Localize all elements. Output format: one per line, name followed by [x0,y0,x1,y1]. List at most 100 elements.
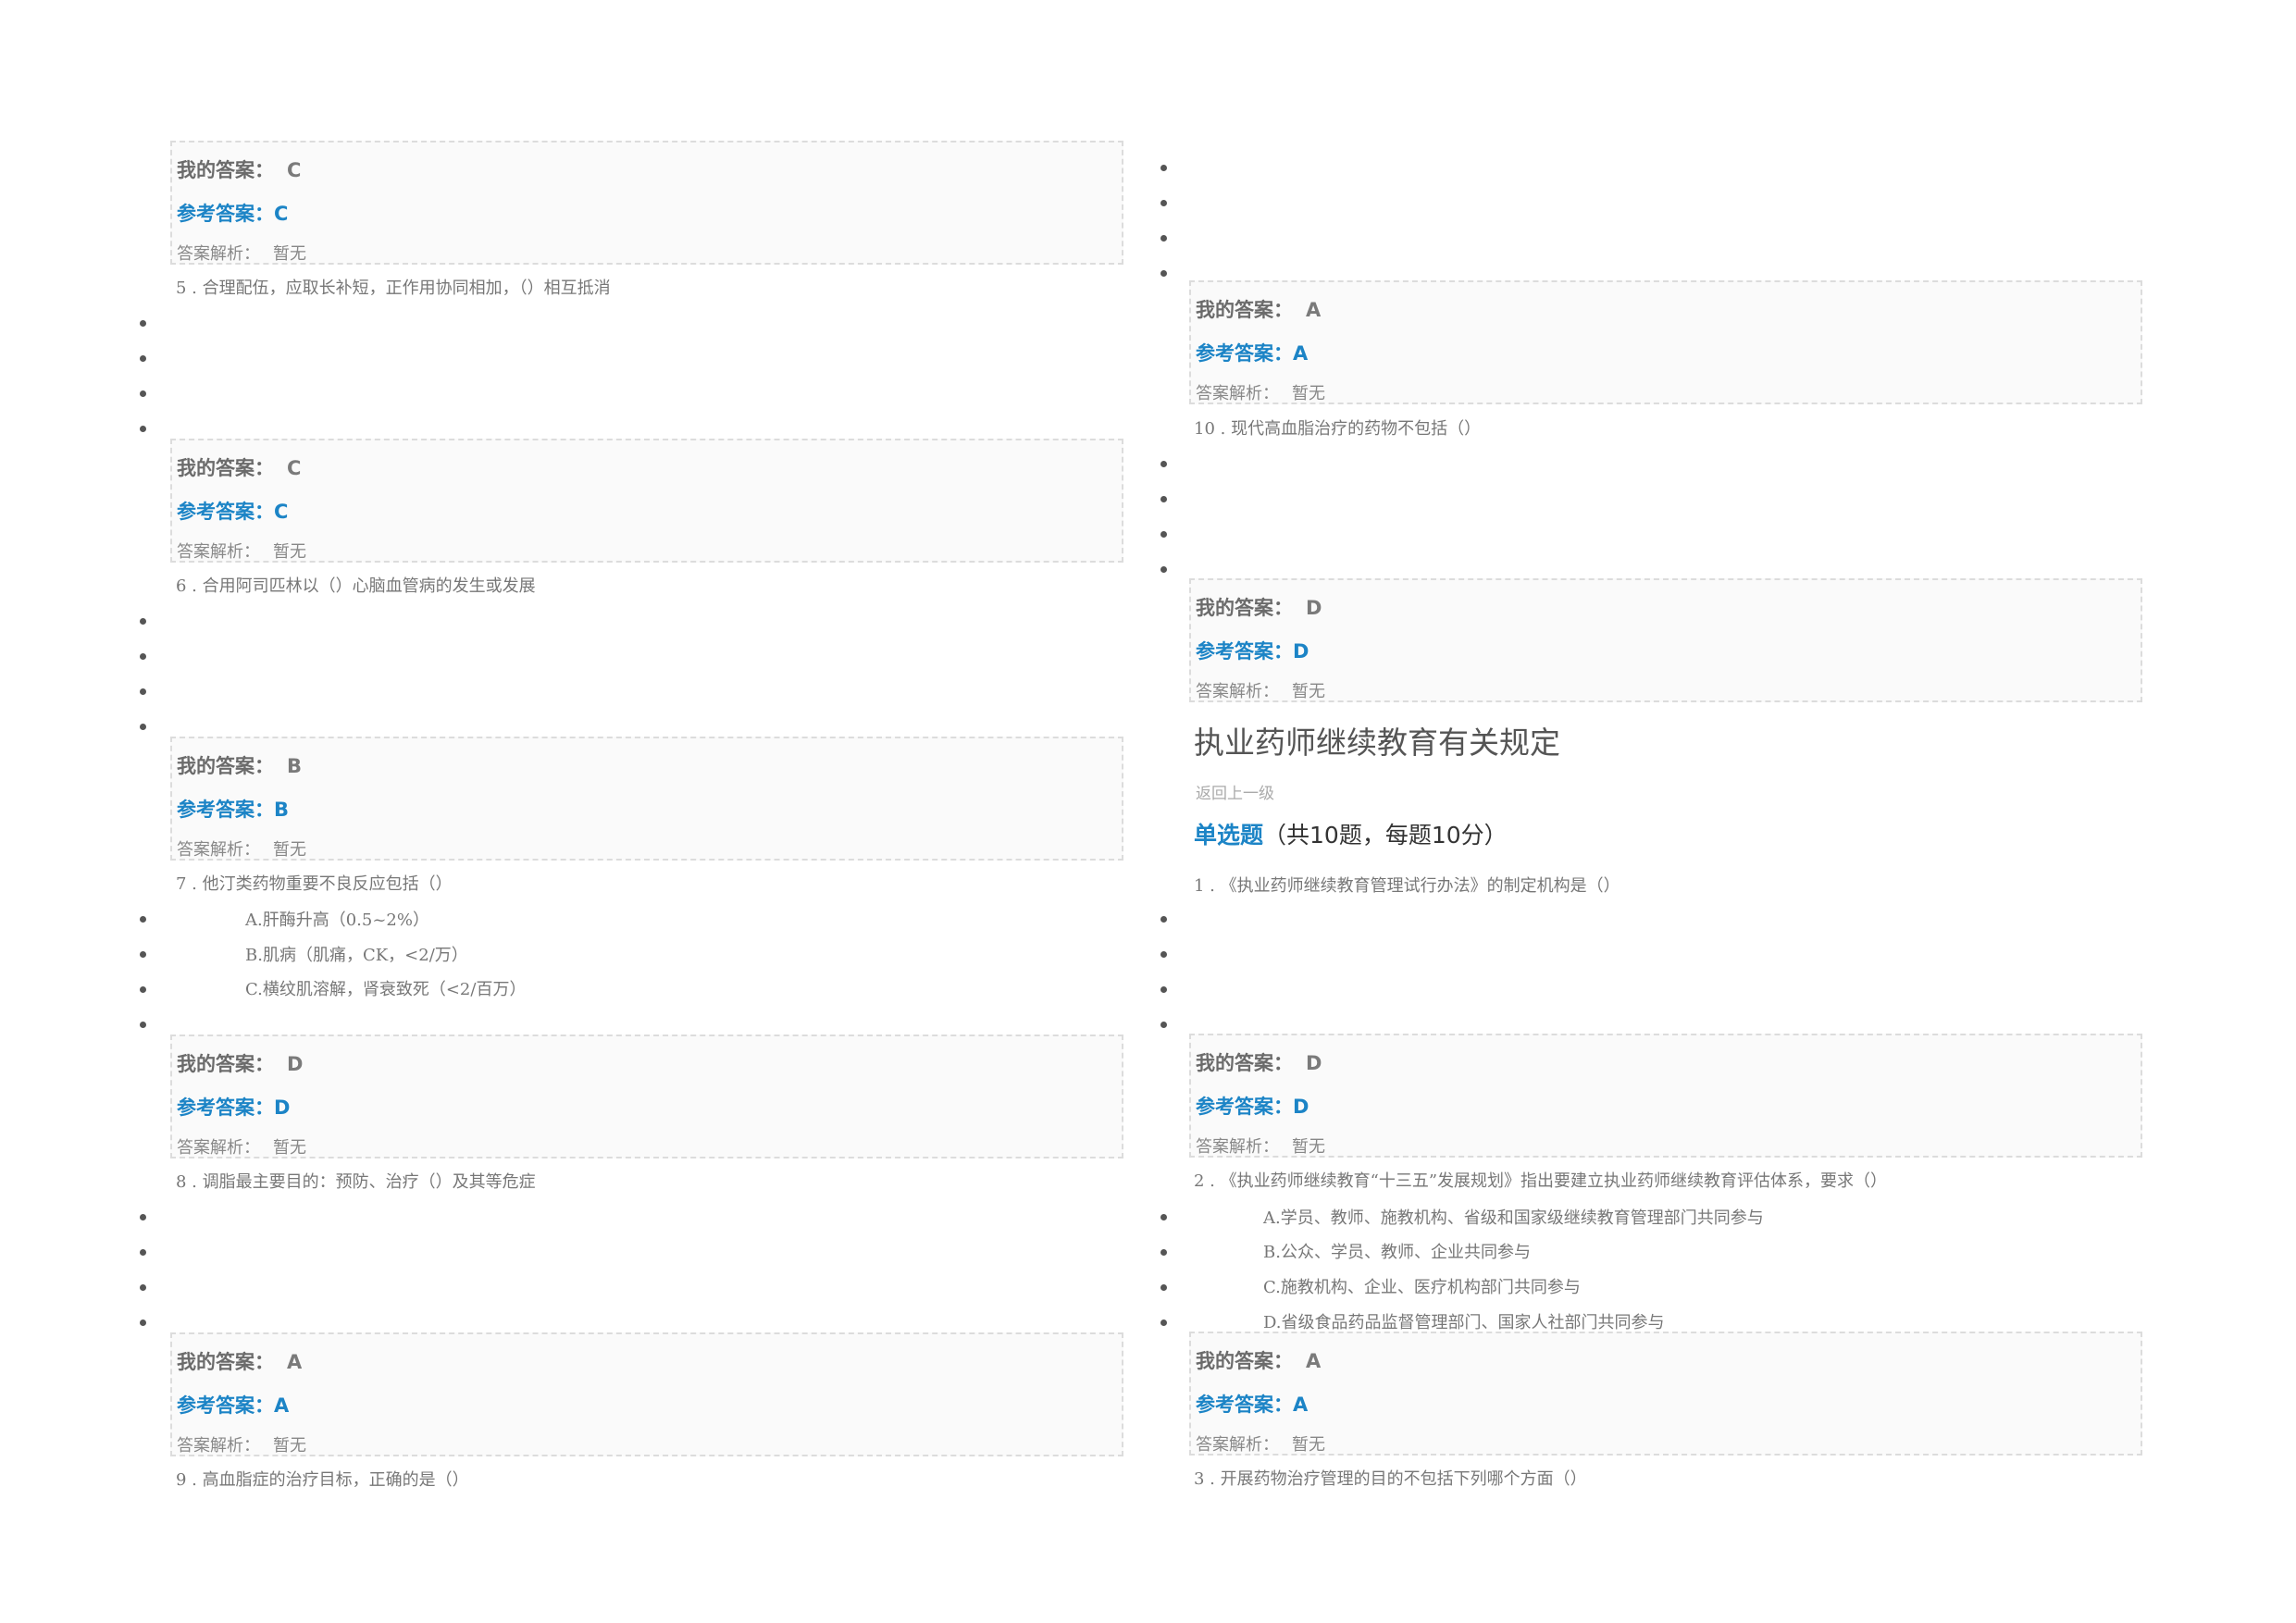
list-bullet [140,951,146,958]
reference-answer-label: 参考答案： [1196,1096,1293,1118]
question-10: 10 . 现代高血脂治疗的药物不包括（） [1194,419,1482,439]
reference-answer-label: 参考答案： [177,203,274,225]
left-column: 我的答案： C 参考答案：C 答案解析： 暂无 5 . 合理配伍，应取长补短，正作用… [0,0,1148,1623]
reference-answer-label: 参考答案： [177,1394,274,1417]
list-bullet [1160,1249,1167,1256]
option-d: D.省级食品药品监督管理部门、国家人社部门共同参与 [1263,1313,1665,1332]
answer-box: 我的答案： D 参考答案：D 答案解析： 暂无 [1189,1034,2142,1158]
reference-answer: 参考答案：A [1196,1390,1308,1418]
list-bullet [140,688,146,695]
answer-explanation: 答案解析： 暂无 [1196,678,1325,702]
back-link[interactable]: 返回上一级 [1196,780,1274,803]
list-bullet [140,1284,146,1291]
list-bullet [140,916,146,923]
reference-answer: 参考答案：C [177,497,288,525]
question-type-detail: （共10题，每题10分） [1263,822,1508,849]
reference-answer: 参考答案：A [177,1391,289,1419]
answer-explanation: 答案解析： 暂无 [177,1432,306,1456]
reference-answer: 参考答案：B [177,795,289,823]
my-answer: 我的答案： D [177,1049,303,1077]
list-bullet [1160,986,1167,993]
question-2: 2 . 《执业药师继续教育“十三五”发展规划》指出要建立执业药师继续教育评估体系… [1194,1171,1888,1191]
list-bullet [140,1249,146,1256]
reference-answer-label: 参考答案： [1196,342,1293,365]
my-answer-label: 我的答案： [177,457,274,479]
option-c: C.横纹肌溶解，肾衰致死（<2/百万） [245,980,527,999]
reference-answer-value: D [1293,1096,1309,1118]
reference-answer-value: A [274,1394,290,1417]
reference-answer: 参考答案：D [1196,637,1309,664]
reference-answer: 参考答案：C [177,199,288,227]
list-bullet [1160,270,1167,277]
my-answer-label: 我的答案： [1196,1350,1293,1372]
list-bullet [140,1214,146,1220]
my-answer-label: 我的答案： [1196,299,1293,321]
answer-explanation: 答案解析： 暂无 [177,836,306,861]
my-answer: 我的答案： A [177,1347,302,1375]
my-answer-value: D [1306,597,1322,619]
reference-answer-value: C [274,203,289,225]
my-answer: 我的答案： D [1196,593,1322,621]
reference-answer-label: 参考答案： [177,501,274,523]
my-answer-label: 我的答案： [177,1053,274,1075]
list-bullet [1160,1319,1167,1326]
answer-box: 我的答案： C 参考答案：C 答案解析： 暂无 [170,141,1123,265]
my-answer-value: C [287,457,302,479]
explanation-label: 答案解析： [177,1138,260,1158]
option-a: A.肝酶升高（0.5~2%） [245,911,429,930]
my-answer: 我的答案： D [1196,1048,1322,1076]
explanation-value: 暂无 [1292,384,1325,403]
reference-answer-value: A [1293,1394,1309,1416]
answer-box: 我的答案： C 参考答案：C 答案解析： 暂无 [170,439,1123,563]
list-bullet [140,320,146,327]
my-answer-value: B [287,755,303,777]
my-answer-label: 我的答案： [1196,597,1293,619]
option-a: A.学员、教师、施教机构、省级和国家级继续教育管理部门共同参与 [1263,1208,1764,1228]
my-answer-value: A [1306,1350,1322,1372]
option-b: B.肌病（肌痛，CK，<2/万） [245,946,468,965]
list-bullet [140,426,146,432]
list-bullet [1160,916,1167,923]
reference-answer-value: A [1293,342,1309,365]
explanation-label: 答案解析： [1196,1435,1279,1455]
my-answer-label: 我的答案： [177,159,274,181]
list-bullet [1160,235,1167,242]
reference-answer-value: D [274,1096,291,1119]
list-bullet [140,618,146,625]
reference-answer: 参考答案：D [177,1093,290,1121]
question-8: 8 . 调脂最主要目的：预防、治疗（）及其等危症 [176,1172,536,1192]
question-type-label: 单选题 [1194,822,1264,849]
my-answer-value: D [287,1053,304,1075]
explanation-value: 暂无 [273,244,306,264]
answer-box: 我的答案： A 参考答案：A 答案解析： 暂无 [1189,1332,2142,1456]
my-answer-label: 我的答案： [177,1351,274,1373]
list-bullet [1160,531,1167,538]
answer-box: 我的答案： D 参考答案：D 答案解析： 暂无 [1189,578,2142,702]
list-bullet [1160,1022,1167,1028]
answer-explanation: 答案解析： 暂无 [1196,1431,1325,1456]
list-bullet [140,724,146,730]
answer-box: 我的答案： B 参考答案：B 答案解析： 暂无 [170,737,1123,861]
explanation-value: 暂无 [1292,1435,1325,1455]
explanation-label: 答案解析： [177,840,260,860]
list-bullet [1160,1214,1167,1220]
list-bullet [140,355,146,362]
explanation-value: 暂无 [1292,1137,1325,1157]
list-bullet [1160,461,1167,467]
answer-explanation: 答案解析： 暂无 [1196,1134,1325,1158]
reference-answer-label: 参考答案： [1196,640,1293,663]
list-bullet [1160,566,1167,573]
my-answer-label: 我的答案： [1196,1052,1293,1074]
my-answer: 我的答案： C [177,155,301,183]
reference-answer-value: B [274,799,290,821]
option-b: B.公众、学员、教师、企业共同参与 [1263,1243,1531,1262]
question-5: 5 . 合理配伍，应取长补短，正作用协同相加，（）相互抵消 [176,279,611,298]
explanation-value: 暂无 [273,1138,306,1158]
question-6: 6 . 合用阿司匹林以（）心脑血管病的发生或发展 [176,576,536,596]
answer-explanation: 答案解析： 暂无 [177,539,306,563]
option-c: C.施教机构、企业、医疗机构部门共同参与 [1263,1278,1581,1297]
explanation-value: 暂无 [1292,682,1325,701]
reference-answer: 参考答案：A [1196,339,1308,366]
list-bullet [140,390,146,397]
my-answer: 我的答案： B [177,751,302,779]
